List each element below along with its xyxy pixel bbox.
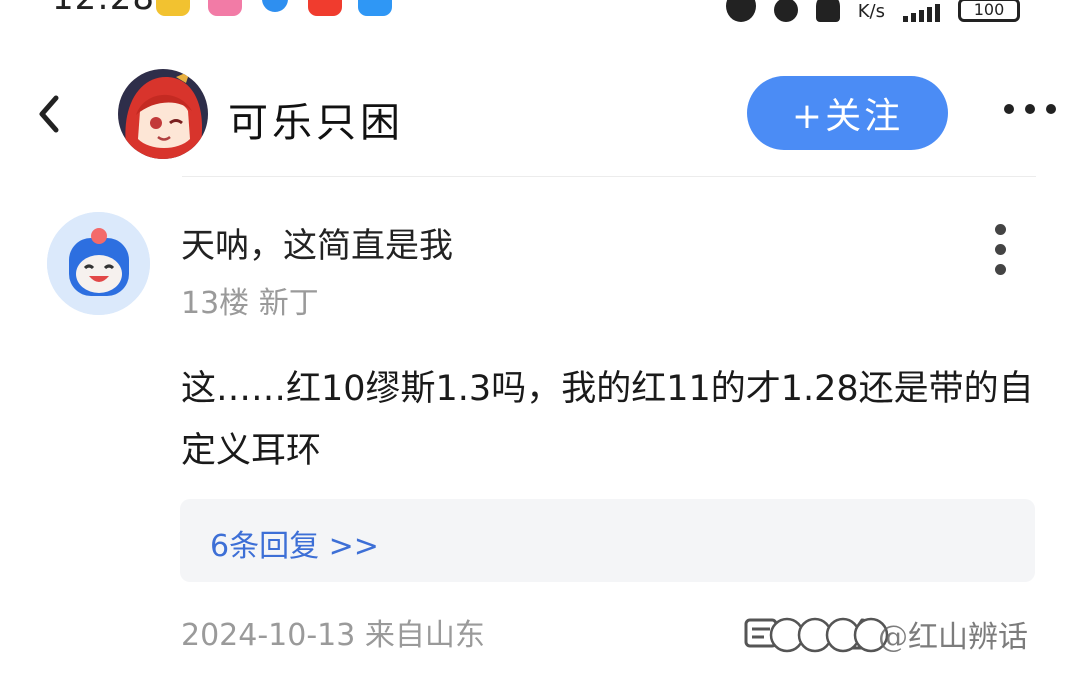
avatar-illustration — [118, 69, 208, 159]
comment-quote: 天呐，这简直是我 — [181, 226, 453, 266]
comment-meta: 13楼 新丁 — [181, 278, 319, 322]
net-speed: K/s — [857, 1, 885, 22]
replies-box[interactable]: 6条回复 >> — [180, 499, 1035, 582]
view-replies-link[interactable]: 6条回复 >> — [210, 521, 379, 565]
user-avatar[interactable] — [118, 69, 208, 159]
follow-button[interactable]: +关注 — [747, 76, 948, 150]
search-app-icon — [358, 0, 392, 16]
floor-number: 13楼 — [181, 286, 250, 321]
back-button[interactable] — [30, 92, 70, 136]
eye-icon — [725, 0, 756, 22]
more-vertical-icon[interactable] — [995, 224, 1006, 275]
status-time: 12:28 — [52, 0, 155, 18]
battery-icon: 100 — [958, 0, 1020, 22]
back-arrow-icon — [39, 95, 59, 133]
commenter-avatar[interactable] — [47, 212, 150, 315]
comment-date-location: 2024-10-13 来自山东 — [181, 610, 485, 654]
weibo-app-icon — [156, 0, 190, 16]
bell-icon — [815, 0, 840, 22]
watermark-handle: @红山辨话 — [878, 620, 1028, 655]
wifi-icon — [773, 0, 798, 22]
status-bar: 12:28 K/s 100 — [0, 0, 1080, 22]
shield-app-icon — [262, 0, 288, 12]
username[interactable]: 可乐只困 — [228, 90, 404, 148]
comment-author[interactable]: 新丁 — [259, 286, 319, 321]
signal-icon — [903, 2, 940, 22]
post-header: 可乐只困 +关注 — [0, 64, 1080, 164]
commenter-avatar-illustration — [47, 212, 150, 315]
shopping-app-icon — [308, 0, 342, 16]
bilibili-app-icon — [208, 0, 242, 16]
comment-body: 这……红10缪斯1.3吗，我的红11的才1.28还是带的自定义耳环 — [181, 369, 1034, 471]
comment-date: 2024-10-13 — [181, 618, 356, 653]
header-divider — [182, 176, 1036, 177]
comment-location: 来自山东 — [364, 618, 485, 653]
status-right-group: K/s 100 — [725, 0, 1020, 22]
more-horizontal-icon[interactable] — [1004, 104, 1056, 114]
